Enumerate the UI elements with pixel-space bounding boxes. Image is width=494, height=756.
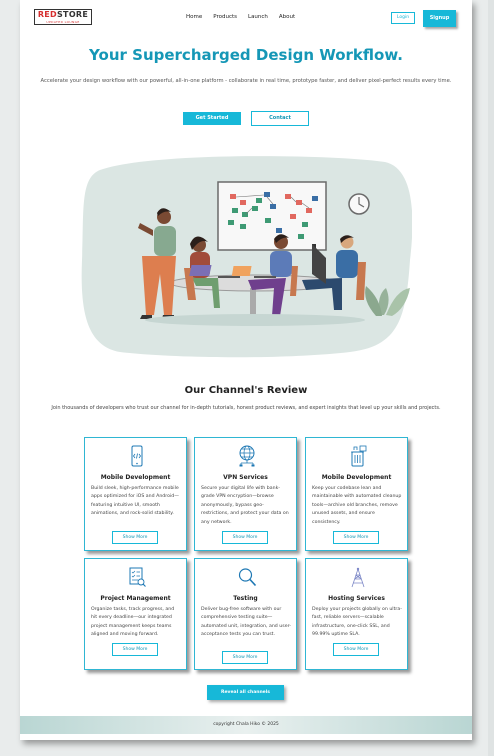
signup-button[interactable]: Signup xyxy=(423,10,456,27)
card-title: Testing xyxy=(233,595,258,602)
show-more-button[interactable]: Show More xyxy=(112,531,158,544)
show-more-button[interactable]: Show More xyxy=(333,643,379,656)
trash-clean-icon xyxy=(351,445,367,467)
hero-title: Your Supercharged Design Workflow. xyxy=(89,46,403,64)
service-card-mobile-development-cleanup: Mobile Development Keep your codebase le… xyxy=(305,437,408,551)
login-button[interactable]: Login xyxy=(391,12,415,24)
contact-button[interactable]: Contact xyxy=(251,111,309,126)
card-description: Deploy your projects globally on ultra-f… xyxy=(312,607,402,638)
checklist-search-icon xyxy=(129,567,146,587)
main-nav: Home Products Launch About xyxy=(186,14,295,20)
show-more-button[interactable]: Show More xyxy=(333,531,379,544)
magnifier-icon xyxy=(238,568,257,587)
page-container: REDSTORE UPDATED LOUNGE Home Products La… xyxy=(20,0,472,740)
nav-link-products[interactable]: Products xyxy=(213,14,237,20)
get-started-button[interactable]: Get Started xyxy=(183,112,241,125)
card-description: Keep your codebase lean and maintainable… xyxy=(312,486,402,525)
service-card-project-management: Project Management Organize tasks, track… xyxy=(84,558,187,670)
copyright-text: copyright Chala Hiko © 2025 xyxy=(213,722,279,727)
window-scrollbar-edge[interactable] xyxy=(488,0,494,756)
service-card-vpn-services: VPN Services Secure your digital life wi… xyxy=(194,437,297,551)
review-section-title: Our Channel's Review xyxy=(184,385,308,396)
hero-team-illustration xyxy=(81,156,412,358)
logo-wordmark: REDSTORE xyxy=(37,10,89,19)
site-footer: copyright Chala Hiko © 2025 xyxy=(20,716,472,734)
card-description: Secure your digital life with bank-grade… xyxy=(201,486,289,525)
show-more-button[interactable]: Show More xyxy=(112,643,158,656)
nav-link-launch[interactable]: Launch xyxy=(248,14,268,20)
show-more-button[interactable]: Show More xyxy=(222,651,268,664)
show-more-button[interactable]: Show More xyxy=(222,531,268,544)
card-description: Organize tasks, track progress, and hit … xyxy=(91,607,175,638)
hero-subtitle: Accelerate your design workflow with our… xyxy=(40,78,452,84)
logo-tagline: UPDATED LOUNGE xyxy=(46,20,80,24)
card-title: Mobile Development xyxy=(100,474,171,481)
nav-link-home[interactable]: Home xyxy=(186,14,202,20)
review-section-subtitle: Join thousands of developers who trust o… xyxy=(51,405,441,411)
service-card-testing: Testing Deliver bug-free software with o… xyxy=(194,558,297,670)
site-logo[interactable]: REDSTORE UPDATED LOUNGE xyxy=(34,9,92,25)
smartphone-code-icon xyxy=(131,445,143,467)
card-description: Build sleek, high-performance mobile app… xyxy=(91,486,179,517)
nav-link-about[interactable]: About xyxy=(279,14,295,20)
card-title: Project Management xyxy=(100,595,171,602)
card-description: Deliver bug-free software with our compr… xyxy=(201,607,291,638)
service-card-mobile-development: Mobile Development Build sleek, high-per… xyxy=(84,437,187,551)
reveal-all-channels-button[interactable]: Reveal all channels xyxy=(207,685,284,700)
globe-network-icon xyxy=(239,445,255,467)
card-title: Mobile Development xyxy=(321,474,392,481)
site-header: REDSTORE UPDATED LOUNGE Home Products La… xyxy=(20,0,472,36)
card-title: VPN Services xyxy=(223,474,268,481)
service-card-hosting-services: Hosting Services Deploy your projects gl… xyxy=(305,558,408,670)
antenna-tower-icon xyxy=(351,567,365,588)
card-title: Hosting Services xyxy=(328,595,385,602)
